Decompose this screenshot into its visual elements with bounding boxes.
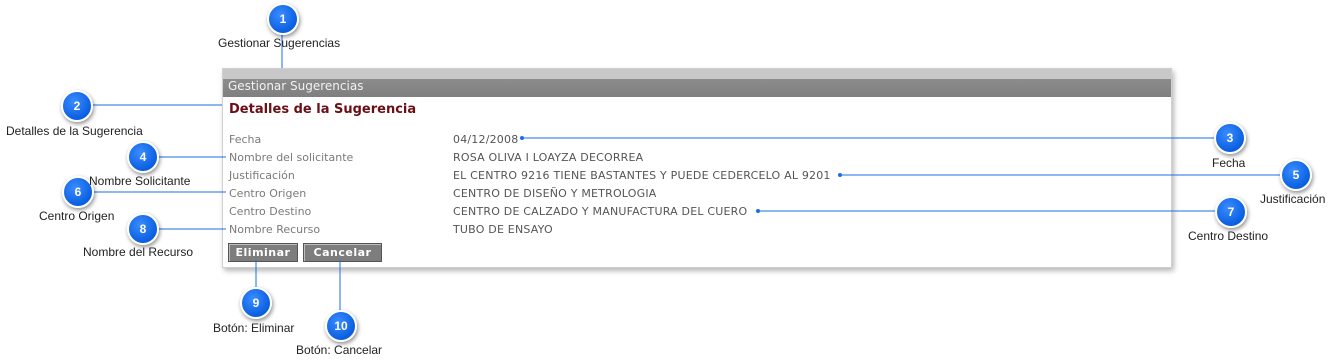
field-label-justificacion: Justificación	[229, 169, 295, 182]
callout-label-10: Botón: Cancelar	[296, 343, 383, 357]
callout-badge-4: 4	[127, 141, 159, 173]
cancelar-button[interactable]: Cancelar	[303, 243, 382, 262]
callout-label-9: Botón: Eliminar	[213, 321, 295, 335]
callout-badge-3: 3	[1214, 122, 1246, 154]
field-value-justificacion: EL CENTRO 9216 TIENE BASTANTES Y PUEDE C…	[453, 169, 831, 182]
callout-badge-1: 1	[267, 3, 299, 35]
callout-label-2: Detalles de la Sugerencia	[6, 124, 143, 138]
field-value-recurso: TUBO DE ENSAYO	[453, 223, 553, 236]
field-value-solicitante: ROSA OLIVA I LOAYZA DECORREA	[453, 151, 644, 164]
callout-label-6: Centro Origen	[39, 209, 115, 223]
eliminar-button[interactable]: Eliminar	[228, 243, 298, 262]
callout-badge-10: 10	[325, 310, 357, 342]
callout-label-5: Justificación	[1260, 192, 1326, 206]
callout-label-7: Centro Destino	[1188, 229, 1269, 243]
callout-label-1: Gestionar Sugerencias	[218, 36, 341, 50]
field-label-centro-destino: Centro Destino	[229, 205, 312, 218]
callout-badge-5: 5	[1280, 159, 1312, 191]
field-value-centro-destino: CENTRO DE CALZADO Y MANUFACTURA DEL CUER…	[453, 205, 748, 218]
field-label-centro-origen: Centro Origen	[229, 187, 307, 200]
callout-label-8: Nombre del Recurso	[83, 245, 194, 259]
field-value-centro-origen: CENTRO DE DISEÑO Y METROLOGIA	[453, 187, 657, 200]
suggestion-panel: Gestionar Sugerencias Detalles de la Sug…	[222, 68, 1172, 268]
callout-label-3: Fecha	[1212, 156, 1246, 170]
window-titlebar: Gestionar Sugerencias	[223, 69, 1171, 97]
field-label-recurso: Nombre Recurso	[229, 223, 321, 236]
section-title: Detalles de la Sugerencia	[229, 102, 417, 117]
callout-label-4: Nombre Solicitante	[89, 174, 191, 188]
callout-badge-8: 8	[127, 213, 159, 245]
field-value-fecha: 04/12/2008	[453, 133, 519, 146]
callout-badge-2: 2	[61, 90, 93, 122]
callout-badge-9: 9	[240, 287, 272, 319]
field-label-solicitante: Nombre del solicitante	[229, 151, 354, 164]
field-label-fecha: Fecha	[229, 133, 262, 146]
window-title: Gestionar Sugerencias	[228, 79, 364, 93]
callout-badge-7: 7	[1215, 196, 1247, 228]
